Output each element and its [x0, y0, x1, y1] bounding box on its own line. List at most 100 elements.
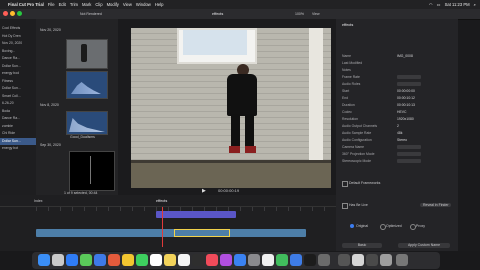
info-key: Frame Rate: [342, 75, 360, 79]
tv-icon[interactable]: [192, 254, 204, 266]
menu-file[interactable]: File: [48, 2, 55, 7]
viewer-timecode[interactable]: 00:00:00:19: [218, 188, 239, 193]
final-cut-pro-icon[interactable]: [318, 254, 330, 266]
mail-icon[interactable]: [94, 254, 106, 266]
launchpad-icon[interactable]: [52, 254, 64, 266]
zoom-window-button[interactable]: [17, 11, 22, 16]
library-item[interactable]: Hot Dy Dren: [0, 33, 36, 41]
clip-thumbnail[interactable]: [69, 151, 115, 191]
info-row: Duration 00:00:10:13: [342, 102, 454, 108]
info-key: Audio Sample Rate: [342, 131, 372, 135]
checkbox-label: Has Be Live: [349, 203, 368, 207]
clock[interactable]: Sat 11:23 PM: [445, 2, 470, 7]
info-key: Duration: [342, 103, 355, 107]
library-item[interactable]: Nov 20, 2020: [0, 40, 36, 48]
calendar-icon[interactable]: [150, 254, 162, 266]
safari-icon[interactable]: [66, 254, 78, 266]
library-item[interactable]: energy bot: [0, 145, 36, 153]
battery-icon[interactable]: ▭: [437, 2, 441, 7]
selected-clip[interactable]: [174, 229, 230, 237]
stereo-field[interactable]: [397, 159, 421, 163]
menu-help[interactable]: Help: [155, 2, 164, 7]
info-value: 1920x1080: [397, 117, 414, 121]
wifi-icon[interactable]: ◠: [429, 2, 433, 7]
clip-thumbnail[interactable]: [66, 39, 108, 69]
info-row: Resolution 1920x1080: [342, 116, 454, 122]
reminders-icon[interactable]: [178, 254, 190, 266]
radio-label: Proxy: [416, 224, 425, 228]
numbers-icon[interactable]: [276, 254, 288, 266]
keynote-icon[interactable]: [290, 254, 302, 266]
trash-icon[interactable]: [396, 254, 408, 266]
connected-clip[interactable]: [156, 211, 236, 218]
menu-edit[interactable]: Edit: [59, 2, 66, 7]
info-value[interactable]: IMG_0008: [397, 53, 413, 59]
notes-icon[interactable]: [164, 254, 176, 266]
menu-window[interactable]: Window: [136, 2, 151, 7]
projection-field[interactable]: [397, 152, 421, 156]
clip-thumbnail[interactable]: [66, 71, 108, 99]
facetime-icon[interactable]: [136, 254, 148, 266]
library-item[interactable]: Dollar Sun...: [0, 85, 36, 93]
music-icon[interactable]: [206, 254, 218, 266]
inspector-title: effects: [342, 23, 354, 27]
maps-icon[interactable]: [108, 254, 120, 266]
library-item[interactable]: Boxing...: [0, 48, 36, 56]
basic-dropdown[interactable]: Basic: [342, 243, 382, 248]
menu-clip[interactable]: Clip: [95, 2, 102, 7]
audio-roles-field[interactable]: [397, 82, 421, 86]
menu-view[interactable]: View: [123, 2, 132, 7]
library-item[interactable]: energy bod: [0, 70, 36, 78]
system-preferences-icon[interactable]: [248, 254, 260, 266]
timeline-index-button[interactable]: Index: [34, 199, 43, 203]
menu-trim[interactable]: Trim: [70, 2, 78, 7]
library-item[interactable]: Dance Ra...: [0, 55, 36, 63]
document-icon[interactable]: [380, 254, 392, 266]
search-icon[interactable]: ⌕: [474, 2, 476, 7]
info-row: Codec HEVC: [342, 109, 454, 115]
frame-rate-field[interactable]: [397, 75, 421, 79]
camera-name-field[interactable]: [397, 145, 421, 149]
info-key: Camera Name: [342, 145, 365, 149]
finder-icon[interactable]: [38, 254, 50, 266]
close-window-button[interactable]: [3, 11, 8, 16]
menu-app[interactable]: Final Cut Pro Trial: [8, 2, 44, 7]
video-frame[interactable]: [131, 28, 331, 188]
checkbox[interactable]: [342, 203, 348, 209]
info-key: Audio Output Channels: [342, 124, 378, 128]
play-icon[interactable]: ▶: [202, 188, 206, 194]
menu-mark[interactable]: Mark: [82, 2, 91, 7]
news-icon[interactable]: [262, 254, 274, 266]
preview-icon[interactable]: [352, 254, 364, 266]
podcasts-icon[interactable]: [220, 254, 232, 266]
radio-original[interactable]: [350, 224, 354, 228]
library-filter[interactable]: Not Rendered: [80, 12, 102, 16]
library-item[interactable]: Fitness: [0, 78, 36, 86]
info-key: Audio Roles: [342, 82, 361, 86]
folder-icon[interactable]: [366, 254, 378, 266]
view-menu[interactable]: View: [312, 12, 320, 16]
library-item[interactable]: Dance Ra...: [0, 115, 36, 123]
app-store-icon[interactable]: [234, 254, 246, 266]
library-item[interactable]: zombie: [0, 123, 36, 131]
downloads-icon[interactable]: [338, 254, 350, 266]
library-item[interactable]: Dollar Sun...: [0, 63, 36, 71]
library-item-selected[interactable]: Dollar Sun...: [0, 137, 36, 145]
checkbox[interactable]: [342, 181, 348, 187]
library-item[interactable]: 6-26-20: [0, 100, 36, 108]
terminal-icon[interactable]: [304, 254, 316, 266]
messages-icon[interactable]: [80, 254, 92, 266]
library-item[interactable]: Cool Effects: [0, 25, 36, 33]
playhead[interactable]: [162, 207, 163, 247]
minimize-window-button[interactable]: [10, 11, 15, 16]
photos-icon[interactable]: [122, 254, 134, 266]
primary-storyline-clip[interactable]: [36, 229, 306, 237]
apply-custom-name-button[interactable]: Apply Custom Name: [398, 243, 450, 248]
clip-thumbnail[interactable]: [66, 111, 108, 135]
library-item[interactable]: Boda: [0, 108, 36, 116]
library-item[interactable]: Chi Ride: [0, 130, 36, 138]
library-item[interactable]: Smart Coll...: [0, 93, 36, 101]
menu-modify[interactable]: Modify: [107, 2, 119, 7]
reveal-button[interactable]: Reveal in Finder: [420, 203, 452, 207]
zoom-level[interactable]: 100%: [295, 12, 304, 16]
